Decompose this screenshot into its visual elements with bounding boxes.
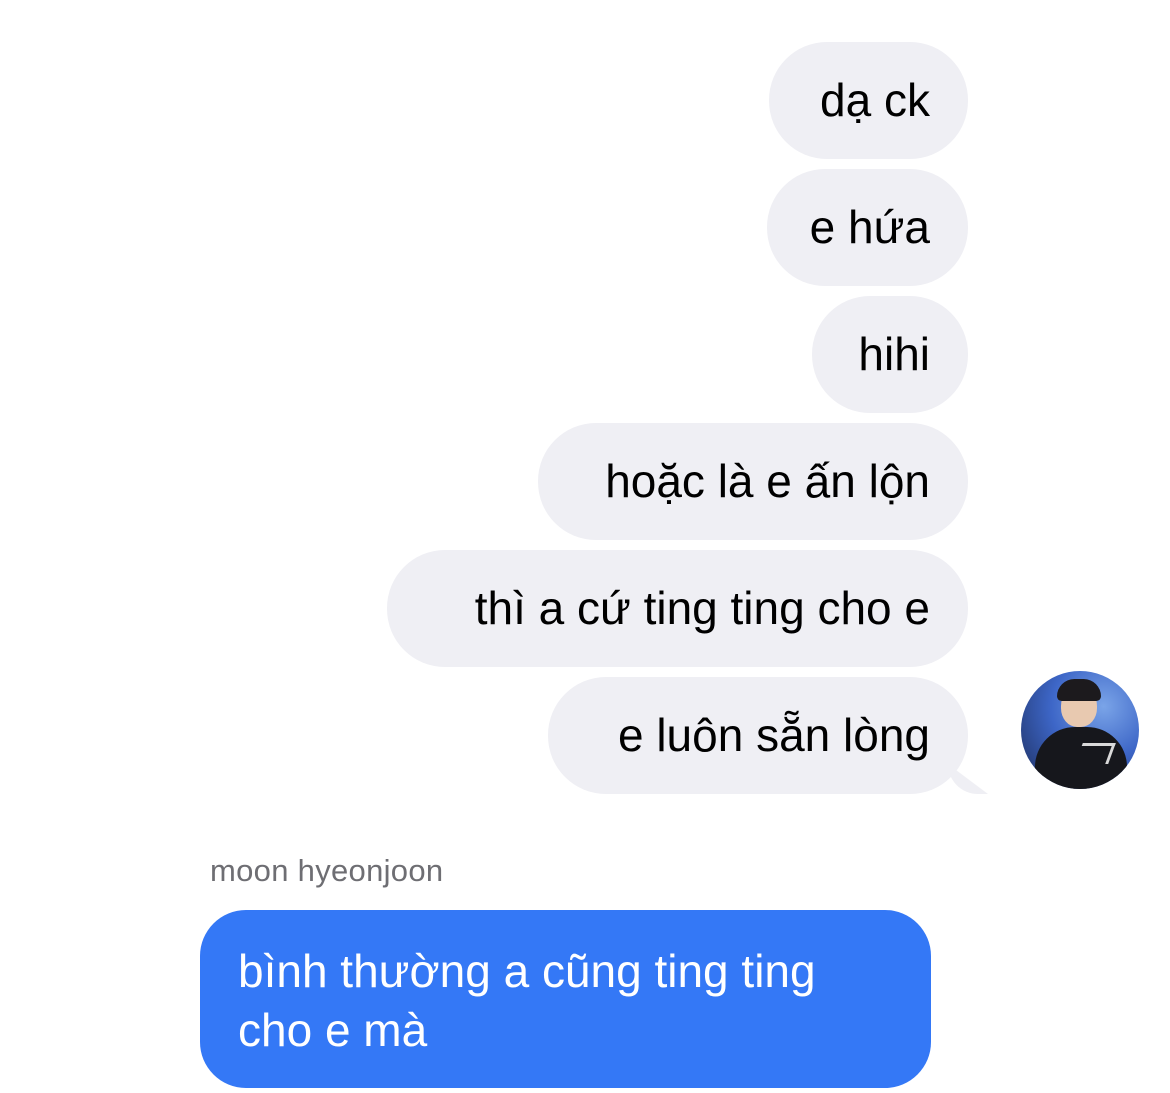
message-text: hoặc là e ấn lộn — [605, 455, 930, 507]
avatar-hair — [1057, 679, 1101, 701]
message-text: thì a cứ ting ting cho e — [474, 582, 930, 634]
incoming-message-line: cho e mà — [238, 1004, 428, 1056]
sender-name: moon hyeonjoon — [210, 853, 444, 888]
message-text: hihi — [858, 328, 930, 380]
incoming-message-bubble[interactable]: bình thường a cũng ting ting cho e mà — [200, 910, 931, 1088]
message-text: e hứa — [809, 201, 930, 253]
message-bubble[interactable]: hihi — [812, 296, 968, 413]
message-bubble[interactable]: dạ ck — [769, 42, 968, 159]
message-bubble[interactable]: thì a cứ ting ting cho e — [387, 550, 968, 667]
message-bubble-last[interactable]: e luôn sẵn lòng — [548, 677, 968, 794]
message-text: e luôn sẵn lòng — [617, 709, 930, 761]
chat-thread: dạ ck e hứa hihi hoặc là e ấn lộn thì a … — [0, 0, 1170, 1093]
message-bubble[interactable]: e hứa — [767, 169, 968, 286]
message-bubble[interactable]: hoặc là e ấn lộn — [538, 423, 968, 540]
avatar[interactable] — [1021, 671, 1139, 789]
message-text: dạ ck — [820, 74, 930, 126]
incoming-message-line: bình thường a cũng ting ting — [238, 945, 816, 997]
